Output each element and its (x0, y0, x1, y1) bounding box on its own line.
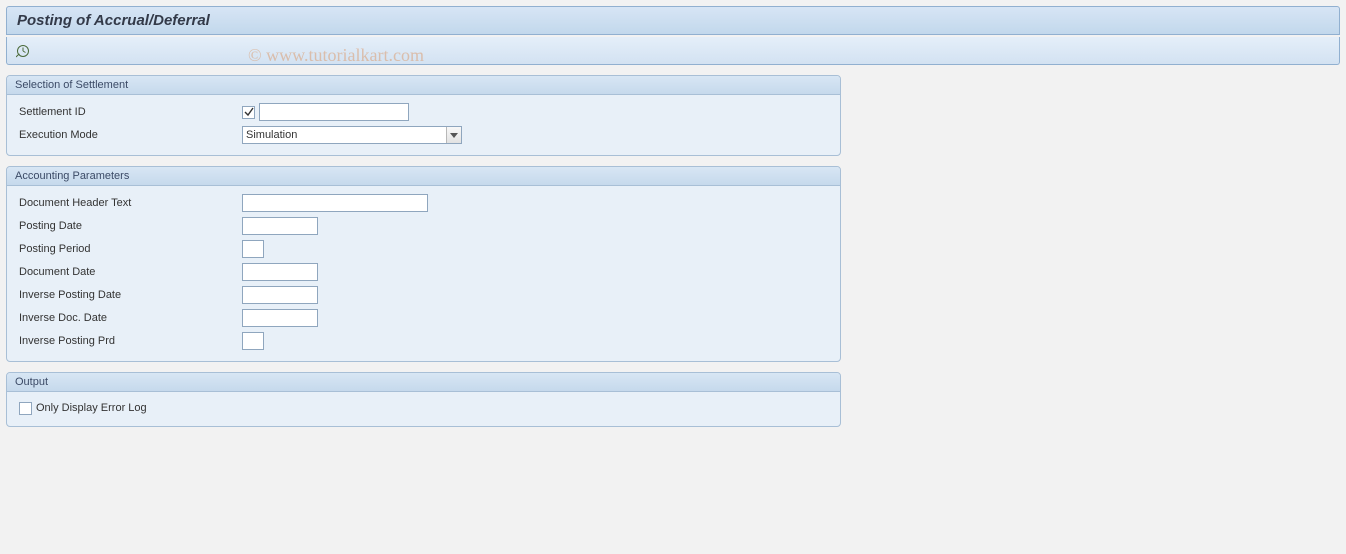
input-inverse-doc-date[interactable] (242, 309, 318, 327)
group-header-output: Output (7, 373, 840, 392)
content-area: Selection of Settlement Settlement ID Ex… (6, 75, 841, 427)
row-inverse-posting-date: Inverse Posting Date (15, 284, 832, 306)
row-settlement-id: Settlement ID (15, 101, 832, 123)
input-settlement-id[interactable] (259, 103, 409, 121)
label-document-date: Document Date (15, 266, 242, 278)
row-posting-date: Posting Date (15, 215, 832, 237)
label-doc-header-text: Document Header Text (15, 197, 242, 209)
label-only-display-error: Only Display Error Log (36, 402, 147, 414)
row-doc-header-text: Document Header Text (15, 192, 832, 214)
label-inverse-posting-prd: Inverse Posting Prd (15, 335, 242, 347)
label-settlement-id: Settlement ID (15, 106, 242, 118)
input-document-date[interactable] (242, 263, 318, 281)
group-accounting-parameters: Accounting Parameters Document Header Te… (6, 166, 841, 362)
label-inverse-doc-date: Inverse Doc. Date (15, 312, 242, 324)
row-execution-mode: Execution Mode Simulation (15, 124, 832, 146)
input-posting-date[interactable] (242, 217, 318, 235)
row-document-date: Document Date (15, 261, 832, 283)
input-inverse-posting-date[interactable] (242, 286, 318, 304)
group-header-selection: Selection of Settlement (7, 76, 840, 95)
group-header-accounting: Accounting Parameters (7, 167, 840, 186)
row-posting-period: Posting Period (15, 238, 832, 260)
group-selection-of-settlement: Selection of Settlement Settlement ID Ex… (6, 75, 841, 156)
row-only-display-error: Only Display Error Log (15, 398, 832, 418)
label-posting-date: Posting Date (15, 220, 242, 232)
label-inverse-posting-date: Inverse Posting Date (15, 289, 242, 301)
app-container: Posting of Accrual/Deferral © www.tutori… (0, 0, 1346, 554)
label-execution-mode: Execution Mode (15, 129, 242, 141)
group-output: Output Only Display Error Log (6, 372, 841, 427)
toolbar (6, 37, 1340, 65)
row-inverse-doc-date: Inverse Doc. Date (15, 307, 832, 329)
input-posting-period[interactable] (242, 240, 264, 258)
checkbox-settlement-id[interactable] (242, 106, 255, 119)
select-execution-mode[interactable]: Simulation (242, 126, 462, 144)
input-inverse-posting-prd[interactable] (242, 332, 264, 350)
execute-icon[interactable] (15, 43, 31, 59)
label-posting-period: Posting Period (15, 243, 242, 255)
checkbox-only-display-error[interactable] (19, 402, 32, 415)
page-title-bar: Posting of Accrual/Deferral (6, 6, 1340, 35)
input-doc-header-text[interactable] (242, 194, 428, 212)
page-title: Posting of Accrual/Deferral (17, 12, 210, 29)
row-inverse-posting-prd: Inverse Posting Prd (15, 330, 832, 352)
